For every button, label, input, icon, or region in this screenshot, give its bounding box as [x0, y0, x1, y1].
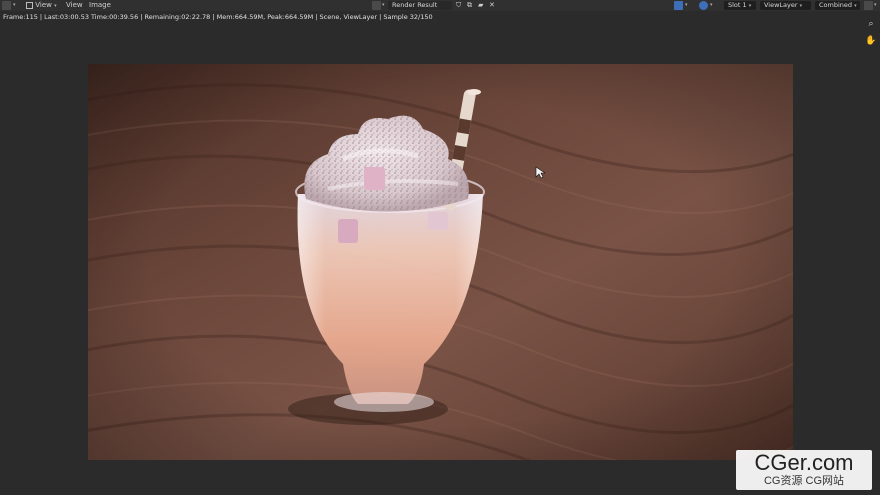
chevron-down-icon[interactable]: ▾ [685, 0, 688, 11]
menu-view[interactable]: View [66, 0, 83, 11]
chevron-down-icon: ▾ [748, 3, 752, 9]
image-name-field[interactable]: Render Result [388, 1, 452, 10]
image-browse-icon[interactable] [372, 1, 381, 10]
new-image-icon[interactable]: ⧉ [467, 0, 472, 11]
open-folder-icon[interactable]: ▰ [478, 0, 483, 11]
render-result-image[interactable] [88, 64, 793, 460]
view-menu-dropdown[interactable]: View ▾ [26, 0, 57, 11]
view-icon [26, 1, 33, 9]
overlay-icon[interactable] [699, 1, 708, 10]
watermark-main: CGer.com [754, 450, 854, 475]
watermark-sub: CG资源 CG网站 [763, 475, 845, 487]
editor-type-icon[interactable] [2, 1, 11, 10]
image-editor-header: ▾ View ▾ View Image ▾ Render Result ⛉ ⧉ … [0, 0, 880, 11]
display-channels-icon[interactable] [864, 1, 873, 10]
chevron-down-icon: ▾ [54, 3, 57, 9]
chevron-down-icon: ▾ [799, 3, 803, 9]
view-layer-dropdown[interactable]: ViewLayer ▾ [760, 1, 811, 10]
render-image-canvas [88, 64, 793, 460]
chevron-down-icon[interactable]: ▾ [13, 0, 16, 11]
chevron-down-icon[interactable]: ▾ [382, 0, 385, 11]
render-pass-dropdown[interactable]: Combined ▾ [815, 1, 860, 10]
render-status-text: Frame:115 | Last:03:00.53 Time:00:39.56 … [3, 13, 433, 21]
chevron-down-icon[interactable]: ▾ [710, 0, 713, 11]
close-icon[interactable]: ✕ [489, 0, 495, 11]
fake-user-shield-icon[interactable]: ⛉ [456, 0, 461, 11]
hand-pan-icon[interactable]: ✋ [865, 35, 877, 47]
chevron-down-icon: ▾ [854, 3, 857, 9]
slot-dropdown[interactable]: Slot 1 ▾ [724, 1, 756, 10]
watermark-logo: CGer.com CG资源 CG网站 [736, 450, 872, 490]
chevron-down-icon[interactable]: ▾ [874, 0, 877, 11]
zoom-icon[interactable]: ⌕ [865, 18, 877, 30]
sample-tool-icon[interactable] [674, 1, 683, 10]
menu-image[interactable]: Image [89, 0, 111, 11]
